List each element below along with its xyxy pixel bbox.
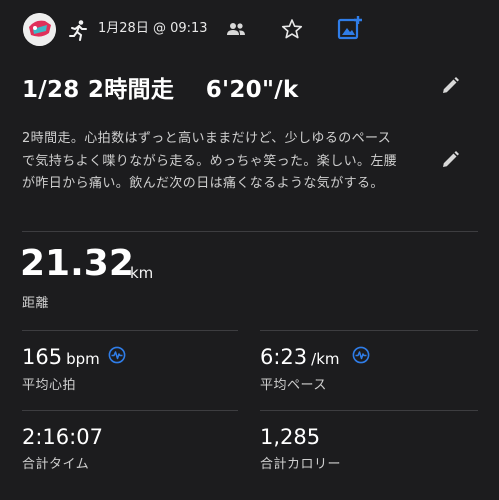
running-icon — [69, 20, 87, 41]
pace-value: 6:23 — [260, 345, 308, 369]
distance-value: 21.32 — [20, 243, 134, 284]
heart-rate-chart-icon[interactable] — [108, 346, 126, 364]
heart-rate-label: 平均心拍 — [22, 378, 77, 393]
star-icon[interactable] — [281, 18, 303, 40]
add-photo-icon[interactable] — [337, 15, 363, 41]
distance-unit: km — [130, 264, 154, 282]
people-icon[interactable] — [226, 20, 246, 38]
pace-unit: /km — [311, 350, 340, 368]
heart-rate-stat: 165 bpm — [22, 345, 100, 369]
activity-date: 1月28日 @ 09:13 — [98, 21, 208, 36]
distance-label: 距離 — [22, 296, 50, 311]
divider — [22, 231, 478, 232]
avatar[interactable] — [23, 13, 56, 46]
calories-label: 合計カロリー — [260, 457, 342, 472]
time-label: 合計タイム — [22, 457, 90, 472]
activity-description: 2時間走。心拍数はずっと高いままだけど、少しゆるのペースで気持ちよく喋りながら走… — [22, 131, 398, 191]
edit-description-pencil-icon[interactable] — [440, 150, 460, 170]
pace-label: 平均ペース — [260, 378, 327, 393]
divider — [260, 410, 478, 411]
pace-stat: 6:23/km — [260, 345, 340, 369]
top-bar: 1月28日 @ 09:13 — [0, 0, 499, 60]
heart-rate-value: 165 — [22, 345, 63, 369]
pace-chart-icon[interactable] — [352, 346, 370, 364]
divider — [22, 330, 238, 331]
activity-title: 1/28 2時間走 6'20"/k — [22, 77, 299, 103]
divider — [260, 330, 478, 331]
heart-rate-unit: bpm — [66, 350, 100, 368]
time-value: 2:16:07 — [22, 425, 103, 449]
calories-value: 1,285 — [260, 425, 321, 449]
edit-title-pencil-icon[interactable] — [440, 76, 460, 96]
divider — [22, 410, 238, 411]
